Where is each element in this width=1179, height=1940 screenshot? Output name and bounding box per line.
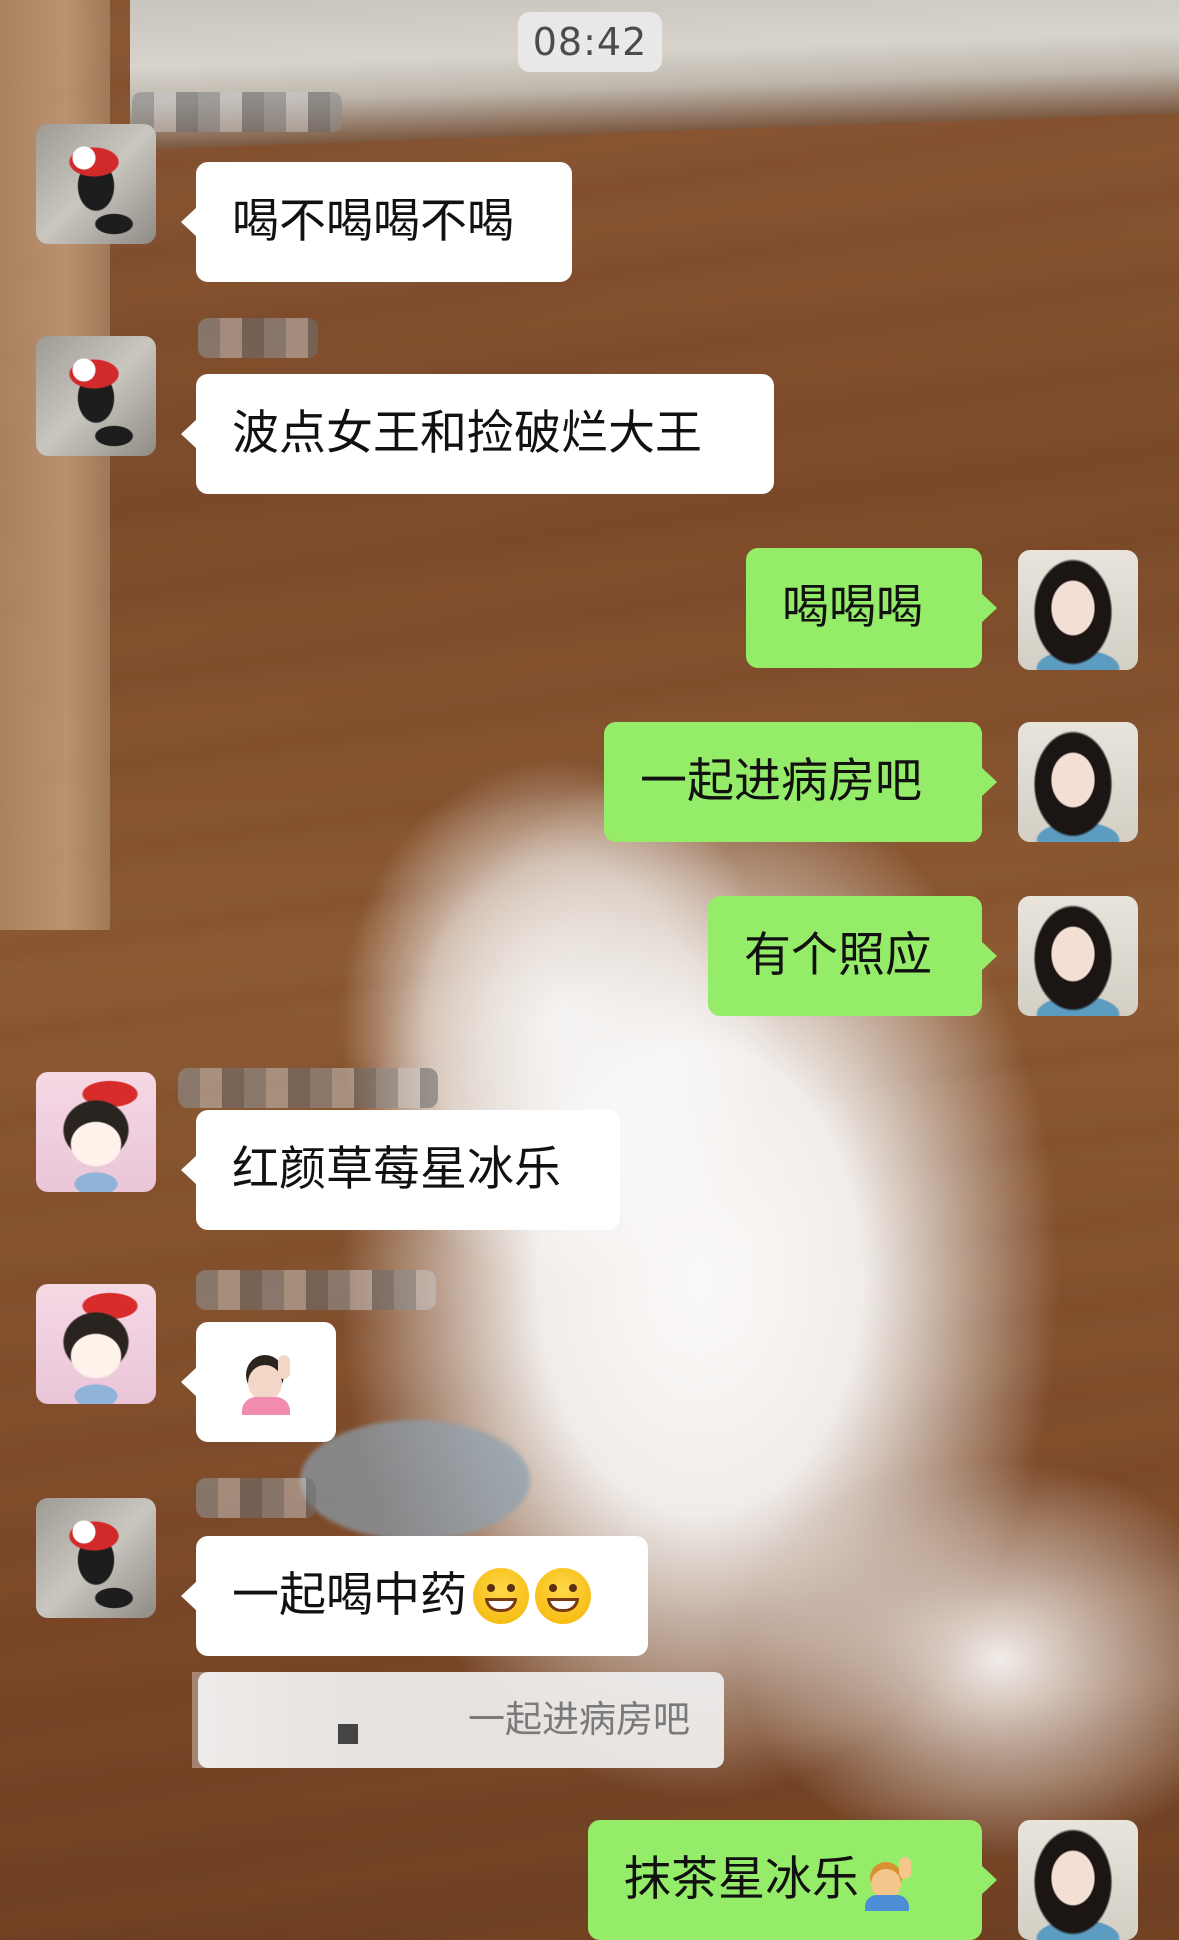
girl-avatar[interactable] (1018, 722, 1138, 842)
girl-avatar[interactable] (1018, 896, 1138, 1016)
sender-name-blurred (178, 1068, 438, 1108)
sender-name-blurred (132, 92, 342, 132)
man-raising-hand-emoji (863, 1855, 915, 1911)
message-bubble[interactable] (181, 1322, 336, 1442)
sender-name-blurred (196, 1478, 316, 1518)
grinning-face-emoji (535, 1567, 591, 1624)
message-text: 抹茶星冰乐 (624, 1852, 859, 1907)
message-text: 一起喝中药 (232, 1568, 467, 1623)
anime-avatar[interactable] (36, 1284, 156, 1404)
message-bubble[interactable]: 喝喝喝 (746, 548, 997, 668)
quoted-sender-pixel (338, 1724, 358, 1744)
quoted-sender-blurred (192, 1672, 352, 1768)
sender-name-blurred (198, 318, 318, 358)
girl-avatar[interactable] (1018, 1820, 1138, 1940)
anime-avatar[interactable] (36, 1072, 156, 1192)
cat-avatar[interactable] (36, 1498, 156, 1618)
grinning-face-emoji (473, 1567, 529, 1624)
message-bubble[interactable]: 波点女王和捡破烂大王 (181, 374, 774, 494)
message-bubble[interactable]: 红颜草莓星冰乐 (181, 1110, 620, 1230)
cat-avatar[interactable] (36, 336, 156, 456)
quoted-text: 一起进病房吧 (468, 1698, 690, 1741)
sender-name-blurred (196, 1270, 436, 1310)
quoted-message[interactable]: 一起进病房吧 (192, 1672, 724, 1768)
message-bubble[interactable]: 一起进病房吧 (604, 722, 997, 842)
woman-raising-hand-emoji (234, 1354, 294, 1415)
timestamp: 08:42 (518, 12, 662, 72)
girl-avatar[interactable] (1018, 550, 1138, 670)
message-bubble[interactable]: 有个照应 (708, 896, 997, 1016)
message-bubble[interactable]: 喝不喝喝不喝 (181, 162, 572, 282)
background-cat-toy (300, 1420, 530, 1540)
message-bubble[interactable]: 一起喝中药 (181, 1536, 648, 1656)
message-bubble[interactable]: 抹茶星冰乐 (588, 1820, 997, 1940)
cat-avatar[interactable] (36, 124, 156, 244)
